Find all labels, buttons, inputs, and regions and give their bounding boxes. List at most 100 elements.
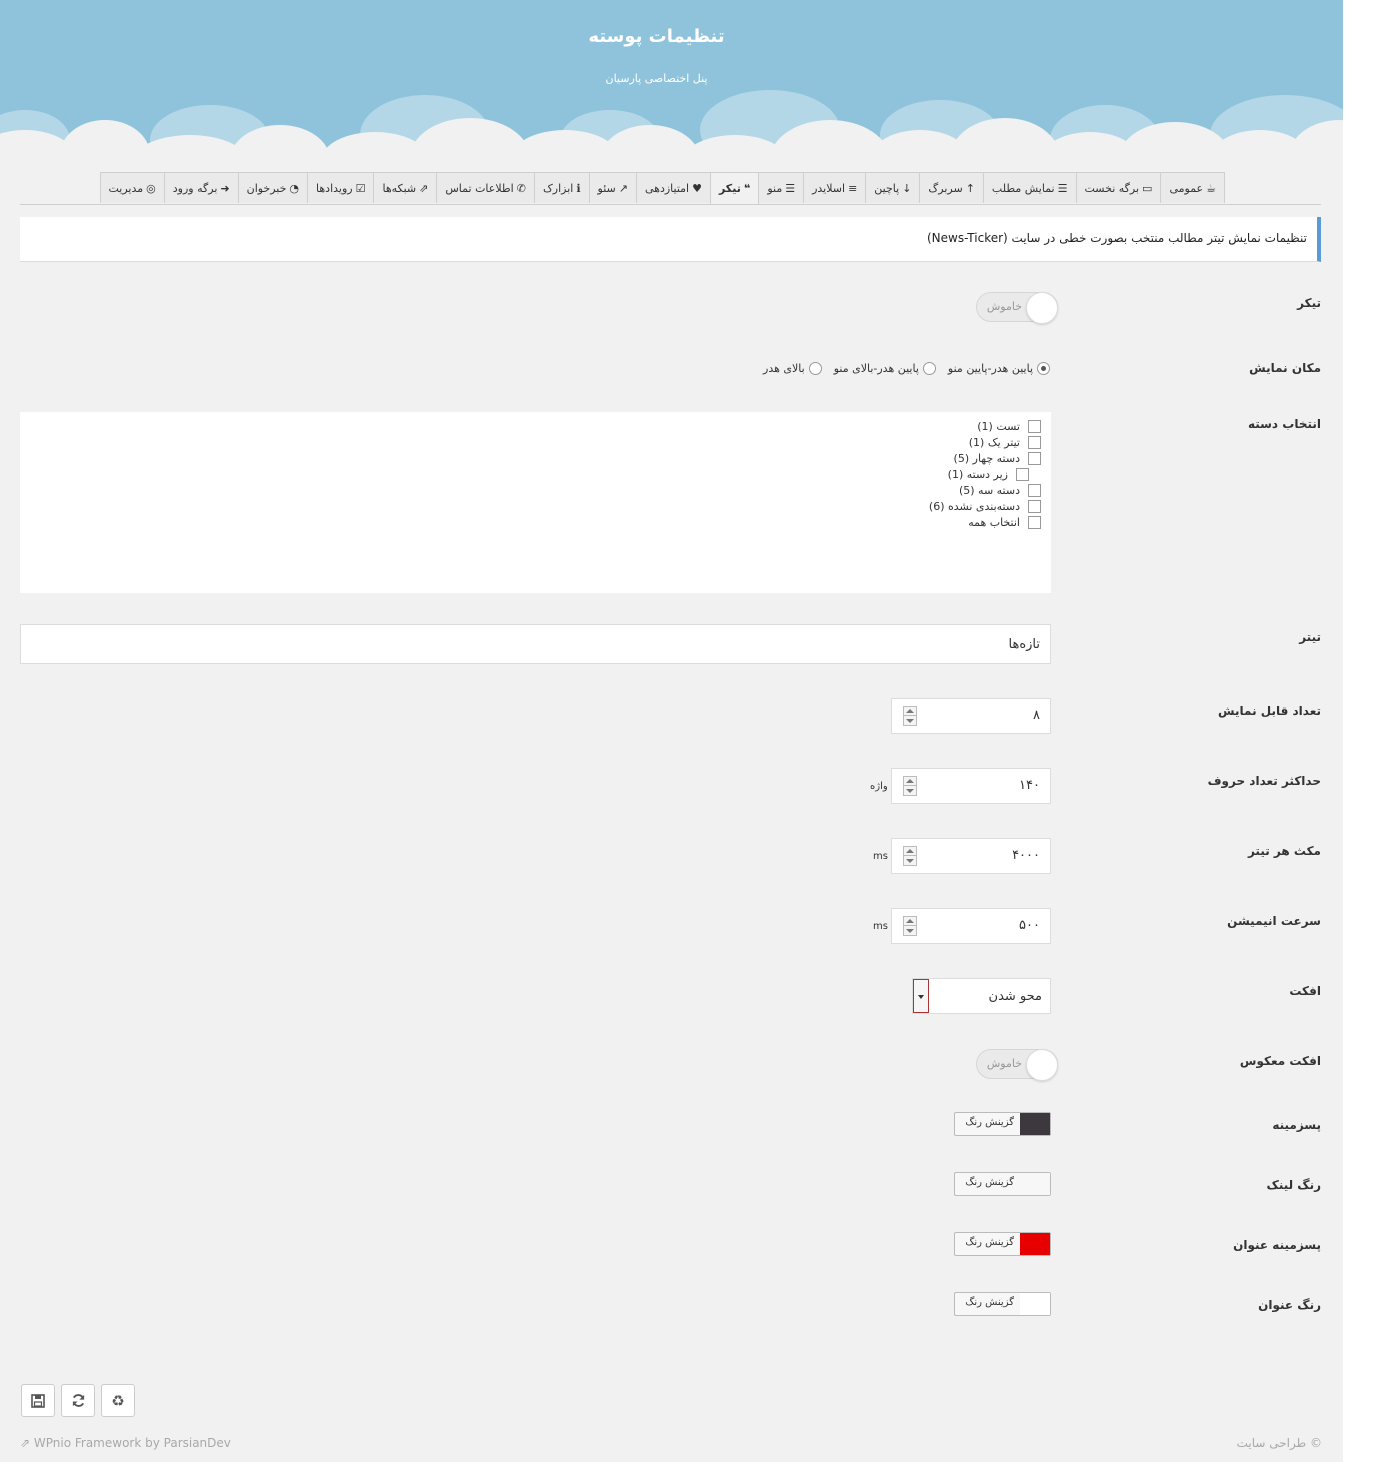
category-checkbox[interactable] — [1028, 420, 1041, 433]
pause-value: ۴۰۰۰ — [1012, 848, 1040, 863]
category-checkbox[interactable] — [1028, 436, 1041, 449]
category-checkbox[interactable] — [1028, 500, 1041, 513]
speed-value: ۵۰۰ — [1019, 918, 1040, 933]
tab-6[interactable]: ☰ منو — [758, 172, 805, 203]
reverse-toggle[interactable]: خاموش — [976, 1049, 1058, 1081]
effect-select[interactable]: محو شدن — [912, 978, 1051, 1014]
tab-2[interactable]: ☰ نمایش مطلب — [982, 172, 1077, 203]
radio-label: پایین هدر-پایین منو — [947, 362, 1033, 375]
pause-unit: ms — [873, 851, 888, 862]
color-picker-text: گزینش رنگ — [965, 1297, 1014, 1308]
save-button[interactable] — [21, 1384, 55, 1417]
category-item[interactable]: دسته چهار (5) — [954, 452, 1041, 465]
section-info-box: تنظیمات نمایش تیتر مطالب منتخب بصورت خطی… — [20, 217, 1321, 262]
title-color-swatch — [1020, 1293, 1050, 1315]
radio-button[interactable] — [1037, 362, 1050, 375]
ticker-title-label: تیتر — [1299, 630, 1321, 644]
category-checkbox[interactable] — [1028, 484, 1041, 497]
arrow-down-icon: ↓ — [902, 181, 912, 195]
category-item[interactable]: زیر دسته (1) — [948, 468, 1029, 481]
framework-credit[interactable]: ⇗ WPnio Framework by ParsianDev — [20, 1436, 231, 1450]
tab-11[interactable]: ✆ اطلاعات تماس — [436, 172, 535, 203]
category-label: دسته سه (5) — [958, 484, 1020, 497]
ticker-title-input[interactable]: تازه‌ها — [20, 624, 1051, 664]
link-color-picker[interactable]: گزینش رنگ — [954, 1172, 1051, 1196]
category-checkbox[interactable] — [1028, 452, 1041, 465]
tab-label: اطلاعات تماس — [445, 181, 514, 195]
reverse-toggle-state: خاموش — [986, 1057, 1022, 1070]
bg-color-picker[interactable]: گزینش رنگ — [954, 1112, 1051, 1136]
tab-3[interactable]: ↑ سربرگ — [919, 172, 984, 203]
tab-label: عمومی — [1169, 181, 1204, 195]
category-checkbox[interactable] — [1028, 516, 1041, 529]
maxchars-stepper[interactable] — [903, 776, 917, 796]
category-item[interactable]: دسته سه (5) — [959, 484, 1041, 497]
count-input[interactable]: ۸ — [891, 698, 1051, 734]
tab-4[interactable]: ↓ پاچین — [865, 172, 921, 203]
tab-13[interactable]: ☑ رویدادها — [307, 172, 375, 203]
toggle-knob — [1026, 1049, 1058, 1081]
category-checkbox[interactable] — [1016, 468, 1029, 481]
categories-label: انتخاب دسته — [1247, 417, 1321, 431]
tab-label: اسلایدر — [812, 181, 846, 195]
title-bg-color-picker[interactable]: گزینش رنگ — [954, 1232, 1051, 1256]
chevron-down-icon[interactable] — [913, 979, 929, 1013]
radio-label: پایین هدر-بالای منو — [833, 362, 919, 375]
radio-label: بالای هدر — [763, 362, 805, 375]
radio-button[interactable] — [808, 362, 822, 375]
chart-line-icon: ↗ — [618, 181, 628, 195]
tab-1[interactable]: ▭ برگه نخست — [1075, 172, 1162, 203]
save-icon — [31, 1393, 45, 1408]
tab-label: خبرخوان — [246, 181, 287, 195]
external-link-icon: ⇗ — [20, 1436, 34, 1450]
phone-icon: ✆ — [516, 181, 526, 195]
tab-8[interactable]: ♥ امتیازدهی — [635, 172, 711, 203]
restore-defaults-button[interactable]: ♻ — [101, 1384, 135, 1417]
tab-12[interactable]: ⇗ شبکه‌ها — [373, 172, 438, 203]
header-banner: تنظیمات پوسته پنل اختصاصی پارسیان — [0, 0, 1343, 165]
tab-0[interactable]: ☕ عمومی — [1160, 172, 1225, 203]
category-item[interactable]: تست (1) — [977, 420, 1041, 433]
settings-page: تنظیمات پوسته پنل اختصاصی پارسیان ☕ عمومی… — [0, 0, 1343, 1462]
color-picker-text: گزینش رنگ — [965, 1117, 1014, 1128]
arrow-up-icon: ↑ — [965, 181, 975, 195]
title-color-picker[interactable]: گزینش رنگ — [954, 1292, 1051, 1316]
category-item[interactable]: انتخاب همه — [968, 516, 1041, 529]
bg-color-swatch — [1020, 1113, 1050, 1135]
reset-button[interactable] — [61, 1384, 95, 1417]
tab-15[interactable]: ➜ برگه ورود — [163, 172, 239, 203]
bg-color-label: پسزمینه — [1272, 1118, 1321, 1132]
tab-label: برگه ورود — [172, 181, 218, 195]
ticker-toggle-state: خاموش — [986, 300, 1022, 313]
tab-9[interactable]: ↗ سئو — [588, 172, 637, 203]
section-description: تنظیمات نمایش تیتر مطالب منتخب بصورت خطی… — [926, 231, 1307, 245]
category-item[interactable]: دسته‌بندی نشده (6) — [929, 500, 1041, 513]
category-label: انتخاب همه — [968, 516, 1020, 529]
speed-input[interactable]: ۵۰۰ — [891, 908, 1051, 944]
tab-14[interactable]: ◔ خبرخوان — [237, 172, 309, 203]
tab-label: پاچین — [874, 181, 900, 195]
position-option-1[interactable]: پایین هدر-بالای منو — [834, 362, 936, 375]
category-item[interactable]: تیتر یک (1) — [969, 436, 1041, 449]
pause-stepper[interactable] — [903, 846, 917, 866]
radio-button[interactable] — [922, 362, 936, 375]
speed-stepper[interactable] — [903, 916, 917, 936]
position-option-2[interactable]: بالای هدر — [763, 362, 822, 375]
site-design-credit: © طراحی سایت — [1236, 1436, 1322, 1450]
pause-input[interactable]: ۴۰۰۰ — [891, 838, 1051, 874]
tab-16[interactable]: ◎ مدیریت — [99, 172, 165, 203]
speed-unit: ms — [873, 921, 888, 932]
position-option-0[interactable]: پایین هدر-پایین منو — [948, 362, 1050, 375]
page-subtitle: پنل اختصاصی پارسیان — [605, 72, 708, 85]
tab-7[interactable]: ❝ تیکر — [709, 172, 760, 204]
count-stepper[interactable] — [903, 706, 917, 726]
tab-label: مدیریت — [108, 181, 144, 195]
calendar-check-icon: ☑ — [355, 181, 366, 195]
ticker-title-value: تازه‌ها — [1008, 637, 1040, 652]
maxchars-input[interactable]: ۱۴۰ — [891, 768, 1051, 804]
tab-5[interactable]: ≡ اسلایدر — [803, 172, 867, 203]
tab-label: امتیازدهی — [644, 181, 690, 195]
ticker-toggle[interactable]: خاموش — [976, 292, 1058, 324]
sliders-icon: ≡ — [848, 181, 858, 195]
tab-10[interactable]: ℹ ابزارک — [533, 172, 590, 203]
